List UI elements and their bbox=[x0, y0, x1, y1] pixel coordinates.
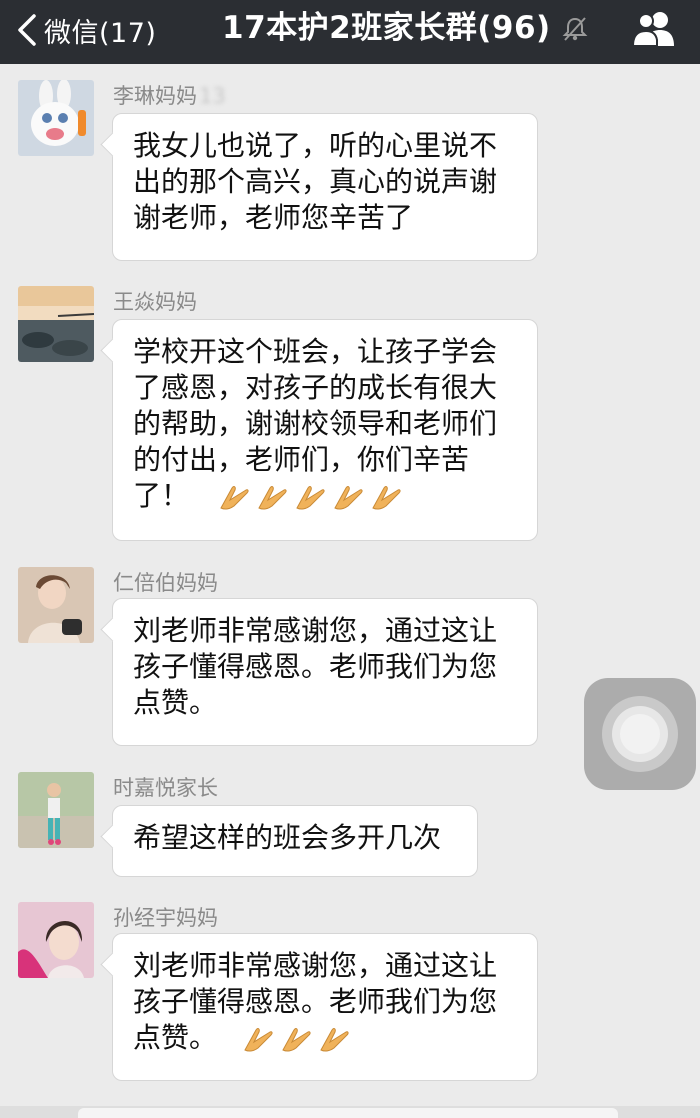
sender-name: 时嘉悦家长 bbox=[113, 776, 218, 800]
message-bubble[interactable]: 学校开这个班会，让孩子学会了感恩，对孩子的成长有很大的帮助，谢谢校领导和老师们的… bbox=[112, 319, 538, 541]
input-bar-edge bbox=[78, 1108, 618, 1118]
top-nav-bar: 微信(17) 17本护2班家长群(96) bbox=[0, 0, 700, 64]
back-label: 微信(17) bbox=[44, 17, 157, 49]
praying-hands-icon bbox=[372, 486, 401, 510]
back-button[interactable]: 微信(17) bbox=[16, 8, 156, 52]
group-members-icon[interactable] bbox=[630, 8, 678, 48]
seaside-avatar-icon bbox=[18, 286, 94, 362]
chevron-left-icon bbox=[18, 14, 36, 46]
emoji-row bbox=[218, 482, 402, 512]
praying-hands-icon bbox=[334, 486, 363, 510]
obscured-phone: 13 bbox=[199, 84, 226, 108]
mute-bell-icon bbox=[562, 17, 588, 41]
emoji-row bbox=[242, 1024, 350, 1054]
sender-name: 仁倍伯妈妈 bbox=[113, 571, 218, 595]
message-bubble[interactable]: 刘老师非常感谢您，通过这让孩子懂得感恩。老师我们为您点赞。 bbox=[112, 933, 538, 1081]
sender-name: 李琳妈妈13 bbox=[113, 84, 226, 108]
rabbit-avatar-icon bbox=[18, 80, 94, 156]
assistive-ring-inner bbox=[620, 714, 660, 754]
praying-hands-icon bbox=[258, 486, 287, 510]
avatar[interactable] bbox=[18, 286, 94, 362]
message-bubble[interactable]: 希望这样的班会多开几次 bbox=[112, 805, 478, 877]
chat-title: 17本护2班家长群(96) bbox=[222, 10, 551, 46]
praying-hands-icon bbox=[296, 486, 325, 510]
child-photo-avatar-icon bbox=[18, 772, 94, 848]
girl-photo-avatar-icon bbox=[18, 567, 94, 643]
message-bubble[interactable]: 刘老师非常感谢您，通过这让孩子懂得感恩。老师我们为您点赞。 bbox=[112, 598, 538, 746]
sender-name: 王焱妈妈 bbox=[113, 290, 197, 314]
woman-photo-avatar-icon bbox=[18, 902, 94, 978]
message-bubble[interactable]: 我女儿也说了，听的心里说不出的那个高兴，真心的说声谢谢老师，老师您辛苦了 bbox=[112, 113, 538, 261]
chat-area[interactable]: 李琳妈妈13 我女儿也说了，听的心里说不出的那个高兴，真心的说声谢谢老师，老师您… bbox=[0, 64, 700, 1118]
praying-hands-icon bbox=[282, 1028, 311, 1052]
avatar[interactable] bbox=[18, 567, 94, 643]
message-text: 希望这样的班会多开几次 bbox=[133, 821, 442, 854]
avatar[interactable] bbox=[18, 772, 94, 848]
avatar[interactable] bbox=[18, 80, 94, 156]
bottom-input-edge bbox=[0, 1106, 700, 1118]
praying-hands-icon bbox=[220, 486, 249, 510]
praying-hands-icon bbox=[320, 1028, 349, 1052]
message-text: 我女儿也说了，听的心里说不出的那个高兴，真心的说声谢谢老师，老师您辛苦了 bbox=[133, 129, 498, 234]
sender-name: 孙经宇妈妈 bbox=[113, 906, 218, 930]
message-text: 刘老师非常感谢您，通过这让孩子懂得感恩。老师我们为您点赞。 bbox=[133, 614, 498, 719]
avatar[interactable] bbox=[18, 902, 94, 978]
praying-hands-icon bbox=[244, 1028, 273, 1052]
assistive-touch-button[interactable] bbox=[584, 678, 696, 790]
